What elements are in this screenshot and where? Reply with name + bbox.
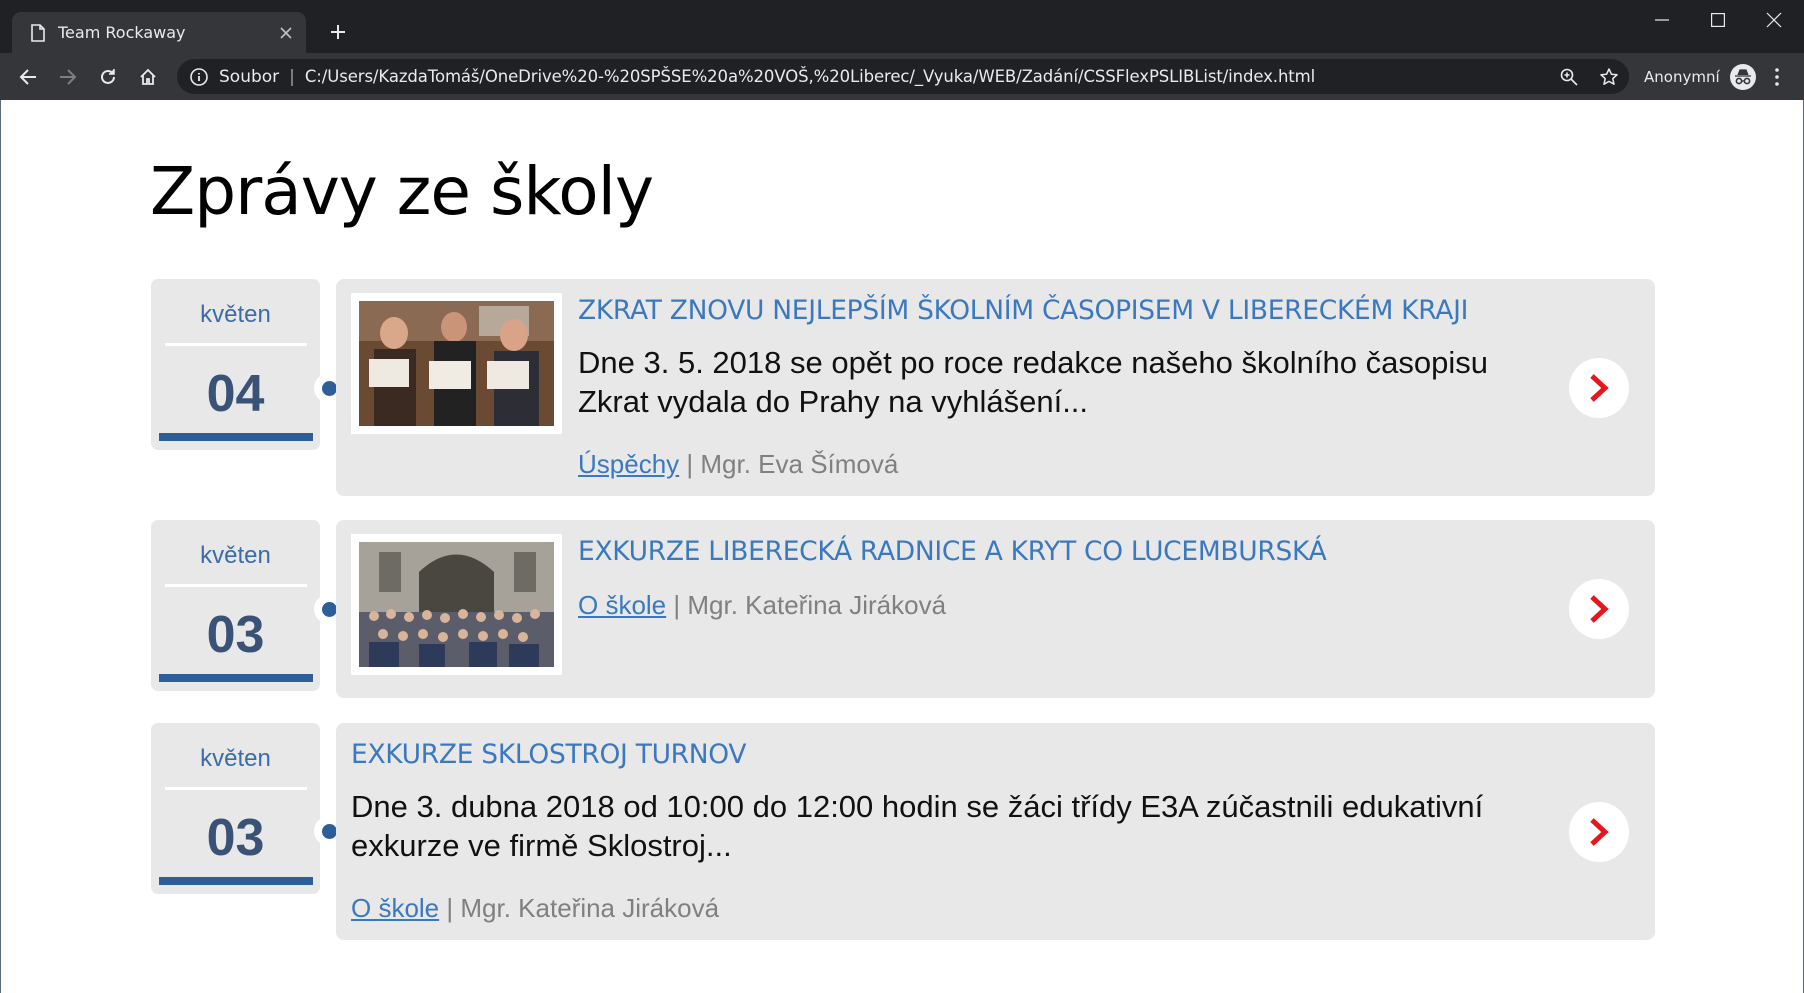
incognito-indicator[interactable]: Anonymní bbox=[1644, 59, 1756, 95]
category-link[interactable]: O škole bbox=[578, 590, 666, 620]
browser-tab[interactable]: Team Rockaway bbox=[12, 12, 306, 53]
date-box: květen 03 bbox=[151, 520, 320, 691]
date-accent-bar bbox=[159, 674, 313, 682]
category-link[interactable]: Úspěchy bbox=[578, 449, 679, 479]
kebab-menu-icon[interactable] bbox=[1762, 59, 1792, 95]
author: Mgr. Kateřina Jiráková bbox=[460, 893, 720, 923]
date-box: květen 03 bbox=[151, 723, 320, 894]
news-card[interactable]: EXKURZE SKLOSTROJ TURNOV Dne 3. dubna 20… bbox=[336, 723, 1655, 940]
close-window-icon[interactable] bbox=[1748, 0, 1800, 40]
plus-icon[interactable] bbox=[322, 16, 354, 48]
news-title[interactable]: EXKURZE SKLOSTROJ TURNOV bbox=[351, 739, 747, 770]
date-divider bbox=[164, 584, 307, 587]
news-title[interactable]: ZKRAT ZNOVU NEJLEPŠÍM ŠKOLNÍM ČASOPISEM … bbox=[578, 295, 1468, 326]
news-meta: O škole | Mgr. Kateřina Jiráková bbox=[351, 893, 719, 924]
date-divider bbox=[164, 787, 307, 790]
news-excerpt-line-2: exkurze ve firmě Sklostroj... bbox=[351, 828, 732, 863]
date-day: 04 bbox=[206, 365, 265, 423]
chevron-right-icon bbox=[1590, 374, 1609, 402]
news-excerpt-line-1: Dne 3. 5. 2018 se opět po roce redakce n… bbox=[578, 345, 1488, 380]
date-day: 03 bbox=[206, 809, 265, 867]
meta-separator: | bbox=[446, 893, 454, 923]
close-icon[interactable] bbox=[272, 19, 300, 47]
incognito-icon bbox=[1729, 64, 1756, 90]
zoom-icon[interactable] bbox=[1549, 59, 1589, 94]
star-icon[interactable] bbox=[1589, 59, 1629, 94]
date-month: květen bbox=[200, 745, 271, 772]
date-month: květen bbox=[200, 542, 271, 569]
date-day: 03 bbox=[206, 606, 265, 664]
reload-icon[interactable] bbox=[90, 59, 126, 95]
maximize-icon[interactable] bbox=[1692, 0, 1744, 40]
browser-toolbar: Soubor | C:/Users/KazdaTomáš/OneDrive%20… bbox=[0, 53, 1804, 100]
page-title: Zprávy ze školy bbox=[150, 153, 654, 230]
tab-strip: Team Rockaway bbox=[0, 0, 1804, 53]
chevron-right-icon bbox=[1590, 818, 1609, 846]
date-accent-bar bbox=[159, 433, 313, 441]
address-url[interactable]: C:/Users/KazdaTomáš/OneDrive%20-%20SPŠSE… bbox=[305, 67, 1315, 86]
news-photo-group-at-city-hall bbox=[359, 542, 554, 667]
minimize-icon[interactable] bbox=[1636, 0, 1688, 40]
news-meta: O škole | Mgr. Kateřina Jiráková bbox=[578, 590, 946, 621]
category-link[interactable]: O škole bbox=[351, 893, 439, 923]
tab-title: Team Rockaway bbox=[58, 23, 186, 42]
address-scheme: Soubor bbox=[219, 66, 280, 87]
back-icon[interactable] bbox=[10, 59, 46, 95]
news-photo-students-with-diplomas bbox=[359, 301, 554, 426]
date-month: květen bbox=[200, 301, 271, 328]
meta-separator: | bbox=[673, 590, 681, 620]
news-card[interactable]: EXKURZE LIBERECKÁ RADNICE A KRYT CO LUCE… bbox=[336, 520, 1655, 698]
address-separator: | bbox=[289, 66, 295, 87]
read-more-button[interactable] bbox=[1569, 358, 1629, 418]
news-excerpt-line-2: Zkrat vydala do Prahy na vyhlášení... bbox=[578, 384, 1089, 419]
news-meta: Úspěchy | Mgr. Eva Šímová bbox=[578, 449, 898, 480]
info-icon[interactable] bbox=[189, 67, 209, 87]
read-more-button[interactable] bbox=[1569, 579, 1629, 639]
profile-label: Anonymní bbox=[1644, 68, 1720, 86]
document-icon bbox=[31, 23, 45, 42]
date-box: květen 04 bbox=[151, 279, 320, 450]
chevron-right-icon bbox=[1590, 595, 1609, 623]
home-icon[interactable] bbox=[130, 59, 166, 95]
news-thumbnail[interactable] bbox=[351, 534, 562, 675]
news-excerpt-line-1: Dne 3. dubna 2018 od 10:00 do 12:00 hodi… bbox=[351, 789, 1484, 824]
address-bar[interactable]: Soubor | C:/Users/KazdaTomáš/OneDrive%20… bbox=[177, 59, 1629, 94]
read-more-button[interactable] bbox=[1569, 802, 1629, 862]
news-thumbnail[interactable] bbox=[351, 293, 562, 434]
author: Mgr. Eva Šímová bbox=[700, 449, 899, 479]
date-accent-bar bbox=[159, 877, 313, 885]
meta-separator: | bbox=[686, 449, 694, 479]
news-card[interactable]: ZKRAT ZNOVU NEJLEPŠÍM ŠKOLNÍM ČASOPISEM … bbox=[336, 279, 1655, 496]
author: Mgr. Kateřina Jiráková bbox=[687, 590, 947, 620]
date-divider bbox=[164, 343, 307, 346]
forward-icon[interactable] bbox=[50, 59, 86, 95]
news-title[interactable]: EXKURZE LIBERECKÁ RADNICE A KRYT CO LUCE… bbox=[578, 536, 1327, 567]
